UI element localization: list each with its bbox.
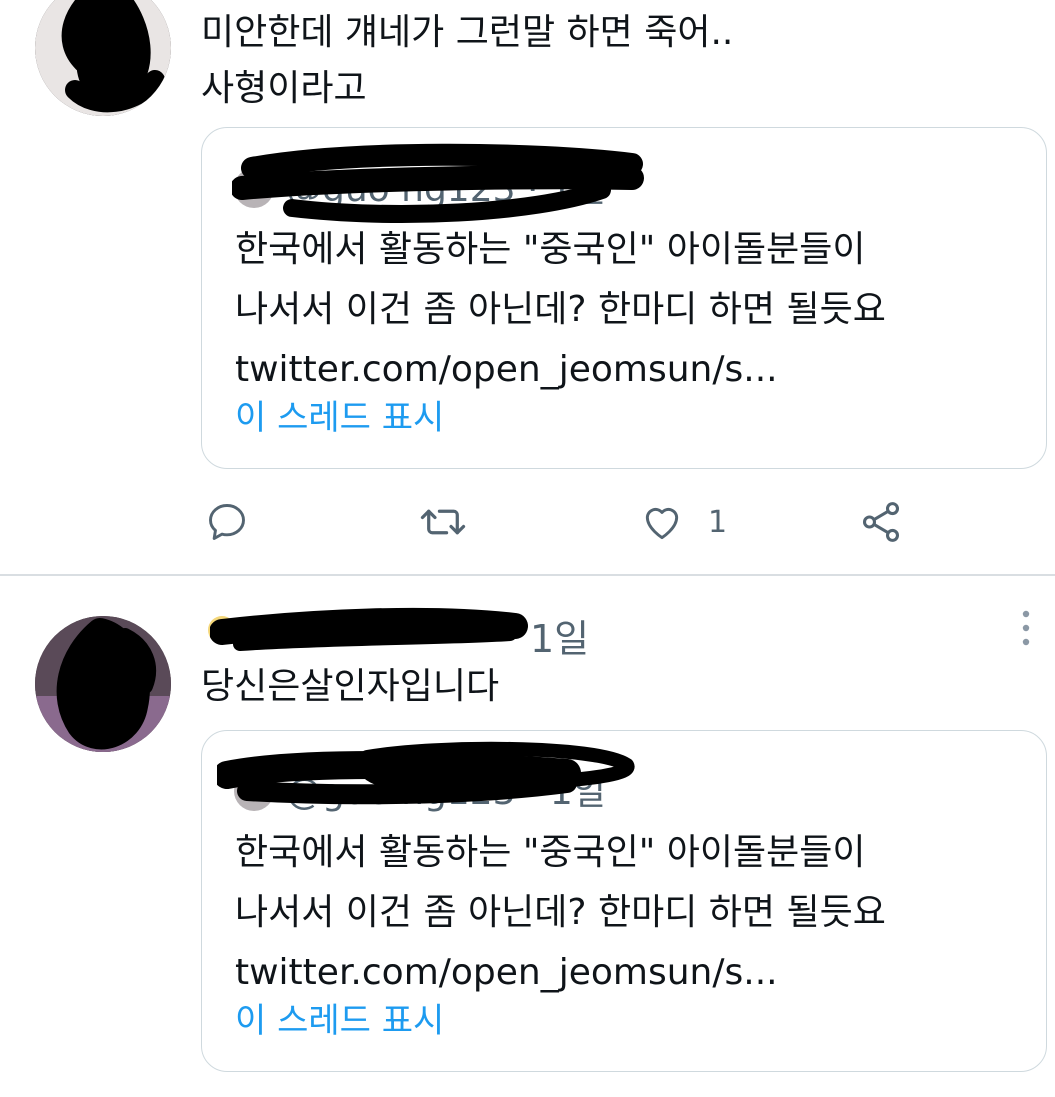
avatar[interactable] xyxy=(35,616,171,752)
reply-button[interactable] xyxy=(205,494,249,550)
action-bar: 1 xyxy=(0,494,1055,550)
tweet-text: 미안한데 걔네가 그런말 하면 죽어.. 사형이라고 xyxy=(201,6,733,116)
retweet-icon xyxy=(420,509,466,535)
quoted-tweet[interactable]: @guo ng123 · 1일 한국에서 활동하는 "중국인" 아이돌분들이 나… xyxy=(201,127,1047,469)
show-thread-link[interactable]: 이 스레드 표시 xyxy=(235,390,444,439)
tweet-2[interactable]: 1일 당신은살인자입니다 @guo ng123 · 1일 한국에서 활동하는 "… xyxy=(0,576,1055,1097)
redaction-scribble xyxy=(35,616,171,752)
show-thread-link[interactable]: 이 스레드 표시 xyxy=(235,993,444,1042)
tweet-1[interactable]: 미안한데 걔네가 그런말 하면 죽어.. 사형이라고 @guo ng123 · … xyxy=(0,0,1055,574)
redaction-scribble xyxy=(210,607,528,651)
heart-icon xyxy=(645,507,679,540)
tweet-text: 당신은살인자입니다 xyxy=(201,666,500,707)
quote-meta: @guo ng123 · 1일 xyxy=(286,772,606,813)
reply-icon xyxy=(209,504,245,540)
quote-meta: @guo ng123 · 1일 xyxy=(286,169,606,210)
more-options-icon[interactable] xyxy=(1014,608,1038,648)
profile-emoji-icon xyxy=(208,616,236,645)
tweet-text-line: 사형이라고 xyxy=(201,68,367,109)
like-button[interactable]: 1 xyxy=(640,494,727,550)
like-count: 1 xyxy=(708,504,728,540)
quote-body: 한국에서 활동하는 "중국인" 아이돌분들이 나서서 이건 좀 아닌데? 한마디… xyxy=(235,220,886,400)
quote-line: 나서서 이건 좀 아닌데? 한마디 하면 될듯요 xyxy=(235,892,886,933)
tweet-timestamp[interactable]: 1일 xyxy=(530,608,589,663)
redaction-scribble xyxy=(35,0,171,116)
quote-avatar xyxy=(234,168,274,208)
quote-line: 나서서 이건 좀 아닌데? 한마디 하면 될듯요 xyxy=(235,289,886,330)
tweet-text-line: 미안한데 걔네가 그런말 하면 죽어.. xyxy=(201,12,734,53)
quote-avatar xyxy=(234,771,274,811)
share-button[interactable] xyxy=(858,494,904,550)
share-icon xyxy=(862,502,900,542)
quoted-tweet[interactable]: @guo ng123 · 1일 한국에서 활동하는 "중국인" 아이돌분들이 나… xyxy=(201,730,1047,1072)
avatar[interactable] xyxy=(35,0,171,116)
quote-body: 한국에서 활동하는 "중국인" 아이돌분들이 나서서 이건 좀 아닌데? 한마디… xyxy=(235,823,886,1003)
quote-line: 한국에서 활동하는 "중국인" 아이돌분들이 xyxy=(235,229,866,270)
retweet-button[interactable] xyxy=(418,494,468,550)
quote-line: 한국에서 활동하는 "중국인" 아이돌분들이 xyxy=(235,832,866,873)
